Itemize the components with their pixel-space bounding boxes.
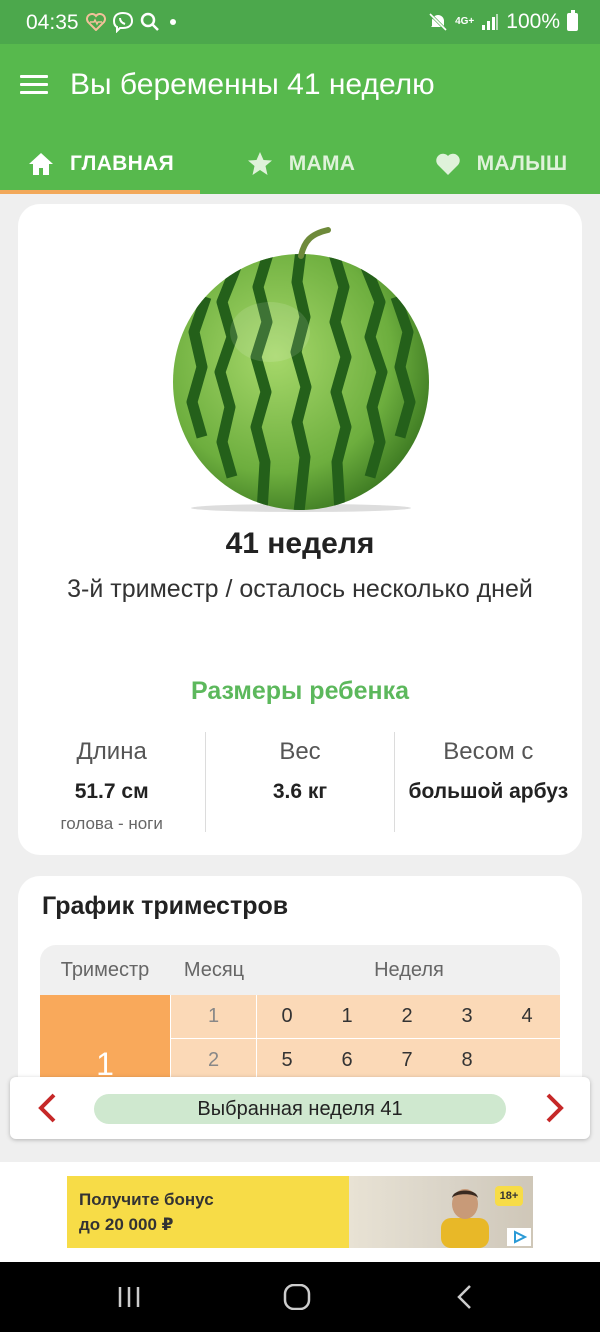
- page-title: Вы беременны 41 неделю: [70, 68, 435, 101]
- tab-home[interactable]: ГЛАВНАЯ: [0, 134, 200, 194]
- week-cell[interactable]: 8: [437, 1039, 497, 1082]
- baby-stats: Длина 51.7 см голова - ноги Вес 3.6 кг В…: [18, 732, 582, 833]
- trimester-table: Триместр Месяц Неделя 1 1 0 1 2 3 4 2 5 …: [40, 945, 560, 1083]
- stat-length-value: 51.7 см: [74, 780, 149, 803]
- status-system-icons: 4G+ 100%: [428, 10, 578, 34]
- month-cell: 1: [171, 995, 257, 1038]
- ad-line-1: Получите бонус: [79, 1190, 214, 1209]
- week-card: 41 неделя 3-й триместр / осталось нескол…: [18, 204, 582, 855]
- stat-weight-label: Вес: [279, 738, 321, 765]
- ad-text: Получите бонус до 20 000 ₽: [79, 1187, 214, 1237]
- tab-mama-label: МАМА: [288, 152, 356, 175]
- back-icon[interactable]: [454, 1284, 476, 1310]
- previous-week-arrow-icon[interactable]: [34, 1092, 64, 1124]
- viber-icon: [112, 11, 134, 33]
- header-trimester: Триместр: [60, 958, 150, 981]
- stat-length-sub: голова - ноги: [60, 814, 163, 833]
- week-cell[interactable]: 3: [437, 995, 497, 1038]
- status-notification-icons: [86, 11, 180, 33]
- system-nav-bar: [0, 1262, 600, 1332]
- dot-icon: [170, 19, 176, 25]
- signal-icon: [482, 14, 499, 30]
- status-time: 04:35: [26, 11, 79, 34]
- table-row: 2 5 6 7 8: [171, 1039, 560, 1082]
- week-cell[interactable]: [497, 1039, 557, 1082]
- health-icon: [86, 13, 106, 31]
- status-bar: 04:35 4G+ 100%: [0, 0, 600, 44]
- week-title: 41 неделя: [225, 527, 375, 560]
- week-cell[interactable]: 1: [317, 995, 377, 1038]
- tab-bar: ГЛАВНАЯ МАМА МАЛЫШ: [0, 134, 600, 194]
- stat-length: Длина 51.7 см голова - ноги: [18, 732, 205, 833]
- table-row: 1 0 1 2 3 4: [171, 995, 560, 1038]
- battery-percent: 100%: [506, 10, 560, 33]
- selected-week-label[interactable]: Выбранная неделя 41: [94, 1094, 506, 1124]
- network-type: 4G+: [455, 16, 475, 27]
- ad-area: Получите бонус до 20 000 ₽ 18+: [0, 1162, 600, 1262]
- stat-compare: Весом с большой арбуз: [393, 732, 582, 832]
- app-bar: Вы беременны 41 неделю ГЛАВНАЯ МАМА МАЛЫ…: [0, 44, 600, 194]
- baby-sizes-heading: Размеры ребенка: [190, 677, 410, 705]
- recent-apps-icon[interactable]: [116, 1284, 144, 1310]
- ad-age-badge: 18+: [495, 1186, 523, 1206]
- watermelon-image: [173, 227, 429, 512]
- hamburger-menu-icon[interactable]: [20, 71, 50, 101]
- stat-length-label: Длина: [76, 738, 147, 765]
- stat-weight-value: 3.6 кг: [272, 780, 328, 803]
- tab-baby-label: МАЛЫШ: [476, 152, 568, 175]
- week-cell[interactable]: 6: [317, 1039, 377, 1082]
- week-selector: Выбранная неделя 41: [10, 1077, 590, 1139]
- home-icon: [29, 153, 53, 175]
- ad-banner[interactable]: Получите бонус до 20 000 ₽ 18+: [67, 1176, 533, 1248]
- week-cell[interactable]: 7: [377, 1039, 437, 1082]
- header-week: Неделя: [374, 958, 444, 981]
- stat-weight: Вес 3.6 кг: [205, 732, 393, 832]
- trimester-card-title: График триместров: [42, 892, 289, 920]
- search-status-icon: [140, 12, 159, 31]
- star-icon: [247, 152, 272, 175]
- week-cell[interactable]: 5: [257, 1039, 317, 1082]
- tab-home-label: ГЛАВНАЯ: [70, 152, 174, 175]
- trimester-cell[interactable]: 1: [40, 995, 170, 1083]
- week-cell[interactable]: 2: [377, 995, 437, 1038]
- mute-icon: [429, 12, 448, 32]
- month-cell: 2: [171, 1039, 257, 1082]
- trimester-note: 3-й триместр / осталось несколько дней: [67, 575, 533, 603]
- week-cell[interactable]: 4: [497, 995, 557, 1038]
- ad-person-image: [441, 1189, 489, 1248]
- stat-compare-label: Весом с: [443, 738, 534, 765]
- week-cell[interactable]: 0: [257, 995, 317, 1038]
- heart-icon: [435, 153, 460, 175]
- ad-choices-icon[interactable]: [507, 1228, 531, 1246]
- tab-mama[interactable]: МАМА: [200, 134, 400, 194]
- stat-compare-value: большой арбуз: [408, 780, 569, 803]
- ad-line-2: до 20 000 ₽: [79, 1215, 174, 1234]
- table-header: Триместр Месяц Неделя: [40, 945, 560, 995]
- home-button-icon[interactable]: [283, 1284, 311, 1310]
- header-month: Месяц: [183, 958, 245, 981]
- next-week-arrow-icon[interactable]: [538, 1092, 568, 1124]
- tab-baby[interactable]: МАЛЫШ: [400, 134, 600, 194]
- battery-icon: [567, 10, 578, 31]
- trimester-card: График триместров Триместр Месяц Неделя …: [18, 876, 582, 1096]
